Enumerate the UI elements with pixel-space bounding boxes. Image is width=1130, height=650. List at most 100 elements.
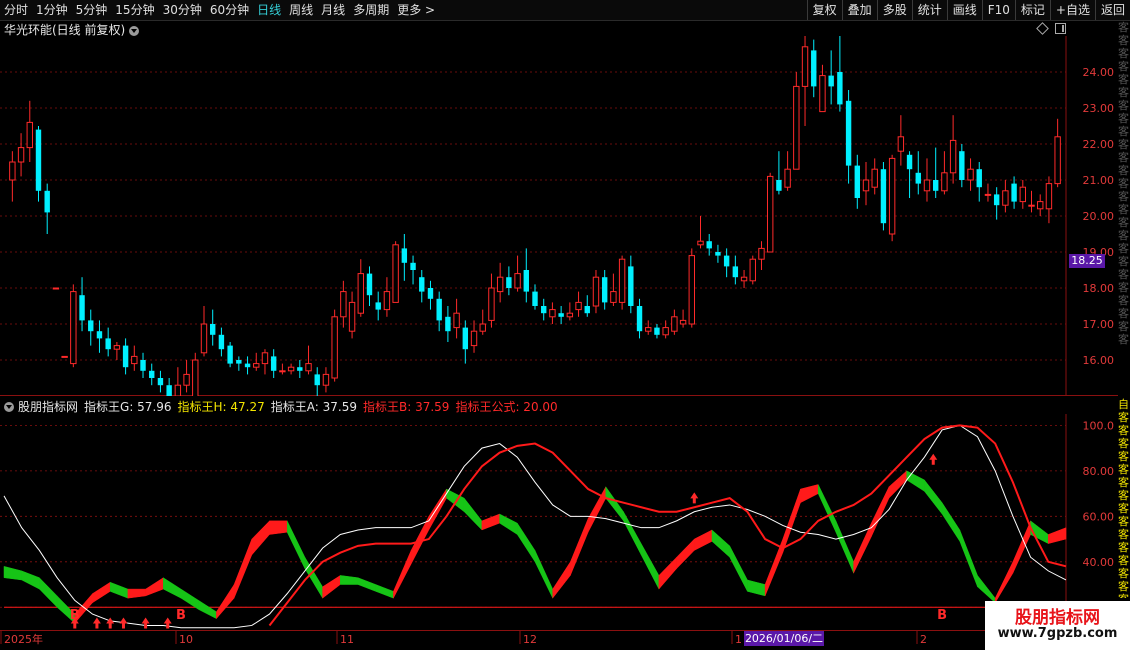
candle-body <box>854 165 860 198</box>
candle-body <box>453 312 460 329</box>
candle-body <box>366 273 373 296</box>
candle-body <box>261 352 269 365</box>
toolbar-button-3[interactable]: 统计 <box>911 0 947 20</box>
candle-body <box>331 316 338 379</box>
current-price-tag: 18.25 <box>1069 254 1105 268</box>
period-tab-6[interactable]: 日线 <box>253 0 285 20</box>
side-panel-strip-lower: 自客客客客客客客客客客客客客客客 <box>1118 398 1129 598</box>
toolbar-button-7[interactable]: +自选 <box>1049 0 1095 20</box>
candle-body <box>88 320 94 332</box>
candle-body <box>584 306 590 314</box>
toolbar-button-5[interactable]: F10 <box>981 0 1015 20</box>
candle-body <box>35 129 42 191</box>
toolbar-button-4[interactable]: 画线 <box>946 0 982 20</box>
price-label: 22.00 <box>1083 138 1115 151</box>
price-label: 23.00 <box>1083 102 1115 115</box>
price-label: 24.00 <box>1083 66 1115 79</box>
candle-body <box>880 169 887 224</box>
candle-body <box>932 180 939 191</box>
candle-body <box>671 316 678 332</box>
candle-body <box>436 298 442 321</box>
period-tab-9[interactable]: 多周期 <box>349 0 393 20</box>
candle-body <box>427 288 434 299</box>
period-tab-10[interactable]: 更多 > <box>393 0 439 20</box>
date-axis: 2025年 10 11 12 1 2 <box>0 630 1130 650</box>
indicator-value-0: 指标王G: 57.96 <box>84 400 172 414</box>
candle-body <box>984 193 992 196</box>
candle-body <box>837 72 843 105</box>
toolbar-button-6[interactable]: 标记 <box>1014 0 1050 20</box>
candle-body <box>967 168 974 181</box>
toolbar-button-2[interactable]: 多股 <box>876 0 912 20</box>
candle-body <box>392 244 399 303</box>
period-tab-3[interactable]: 15分钟 <box>111 0 158 20</box>
price-label: 21.00 <box>1083 174 1115 187</box>
candle-body <box>897 136 905 152</box>
candle-body <box>105 338 111 350</box>
period-tab-1[interactable]: 1分钟 <box>32 0 72 20</box>
candle-body <box>166 385 172 396</box>
date-axis-bg <box>0 630 1130 650</box>
candle-body <box>410 262 416 270</box>
candle-body <box>888 157 896 235</box>
indicator-axis-label: 60.00 <box>1083 510 1115 523</box>
candle-body <box>1028 204 1035 207</box>
candle-body <box>688 255 695 325</box>
candle-body <box>244 363 251 368</box>
candle-body <box>949 139 957 174</box>
period-tab-4[interactable]: 30分钟 <box>159 0 206 20</box>
candle-body <box>297 367 303 371</box>
candle-body <box>697 240 704 246</box>
ribbon-segment <box>269 520 288 535</box>
indicator-value-4: 指标王公式: 20.00 <box>455 400 558 414</box>
diamond-icon[interactable] <box>1036 22 1049 35</box>
period-tab-7[interactable]: 周线 <box>285 0 317 20</box>
candle-body <box>993 194 1000 206</box>
candle-body <box>915 172 921 184</box>
candle-body <box>140 360 146 371</box>
candle-body <box>270 356 277 371</box>
chevron-down-icon[interactable] <box>129 25 140 36</box>
chevron-down-icon[interactable] <box>4 401 14 412</box>
candle-body <box>1045 183 1053 210</box>
candle-body <box>157 378 164 386</box>
candle-body <box>906 154 913 170</box>
candle-body <box>740 276 748 282</box>
indicator-value-2: 指标王A: 37.59 <box>270 400 357 414</box>
candle-body <box>618 258 626 303</box>
candle-body <box>793 85 800 170</box>
price-label: 16.00 <box>1083 354 1115 367</box>
candle-body <box>845 100 852 166</box>
candle-body <box>357 273 364 314</box>
period-tab-2[interactable]: 5分钟 <box>72 0 112 20</box>
date-label: 1 <box>735 633 742 646</box>
candle-body <box>314 374 320 386</box>
period-tab-5[interactable]: 60分钟 <box>206 0 253 20</box>
candle-body <box>401 248 408 263</box>
panel-toggle-icon[interactable] <box>1055 23 1066 34</box>
period-tab-0[interactable]: 分时 <box>0 0 32 20</box>
period-tab-8[interactable]: 月线 <box>317 0 349 20</box>
candle-body <box>801 46 809 87</box>
candle-body <box>549 309 556 318</box>
candlestick-chart[interactable]: 24.0023.0022.0021.0020.0019.0018.0017.00… <box>0 36 1118 396</box>
indicator-chart[interactable]: 100.080.0060.0040.0020.00BBB <box>0 414 1118 630</box>
toolbar-button-8[interactable]: 返回 <box>1094 0 1130 20</box>
candle-body <box>348 301 356 332</box>
candle-body <box>322 373 330 386</box>
candle-body <box>279 370 286 373</box>
candle-body <box>679 319 687 325</box>
toolbar-button-0[interactable]: 复权 <box>806 0 842 20</box>
candle-body <box>183 373 190 386</box>
candle-body <box>541 306 547 314</box>
toolbar-button-1[interactable]: 叠加 <box>841 0 877 20</box>
candle-body <box>470 330 478 347</box>
candle-body <box>70 291 77 365</box>
candle-body <box>496 276 504 293</box>
candle-body <box>532 291 538 306</box>
cursor-date-tag: 2026/01/06/二 <box>744 631 824 646</box>
candle-body <box>776 180 782 191</box>
buy-signal-b: B <box>937 608 947 623</box>
candle-body <box>419 277 425 292</box>
price-label: 20.00 <box>1083 210 1115 223</box>
